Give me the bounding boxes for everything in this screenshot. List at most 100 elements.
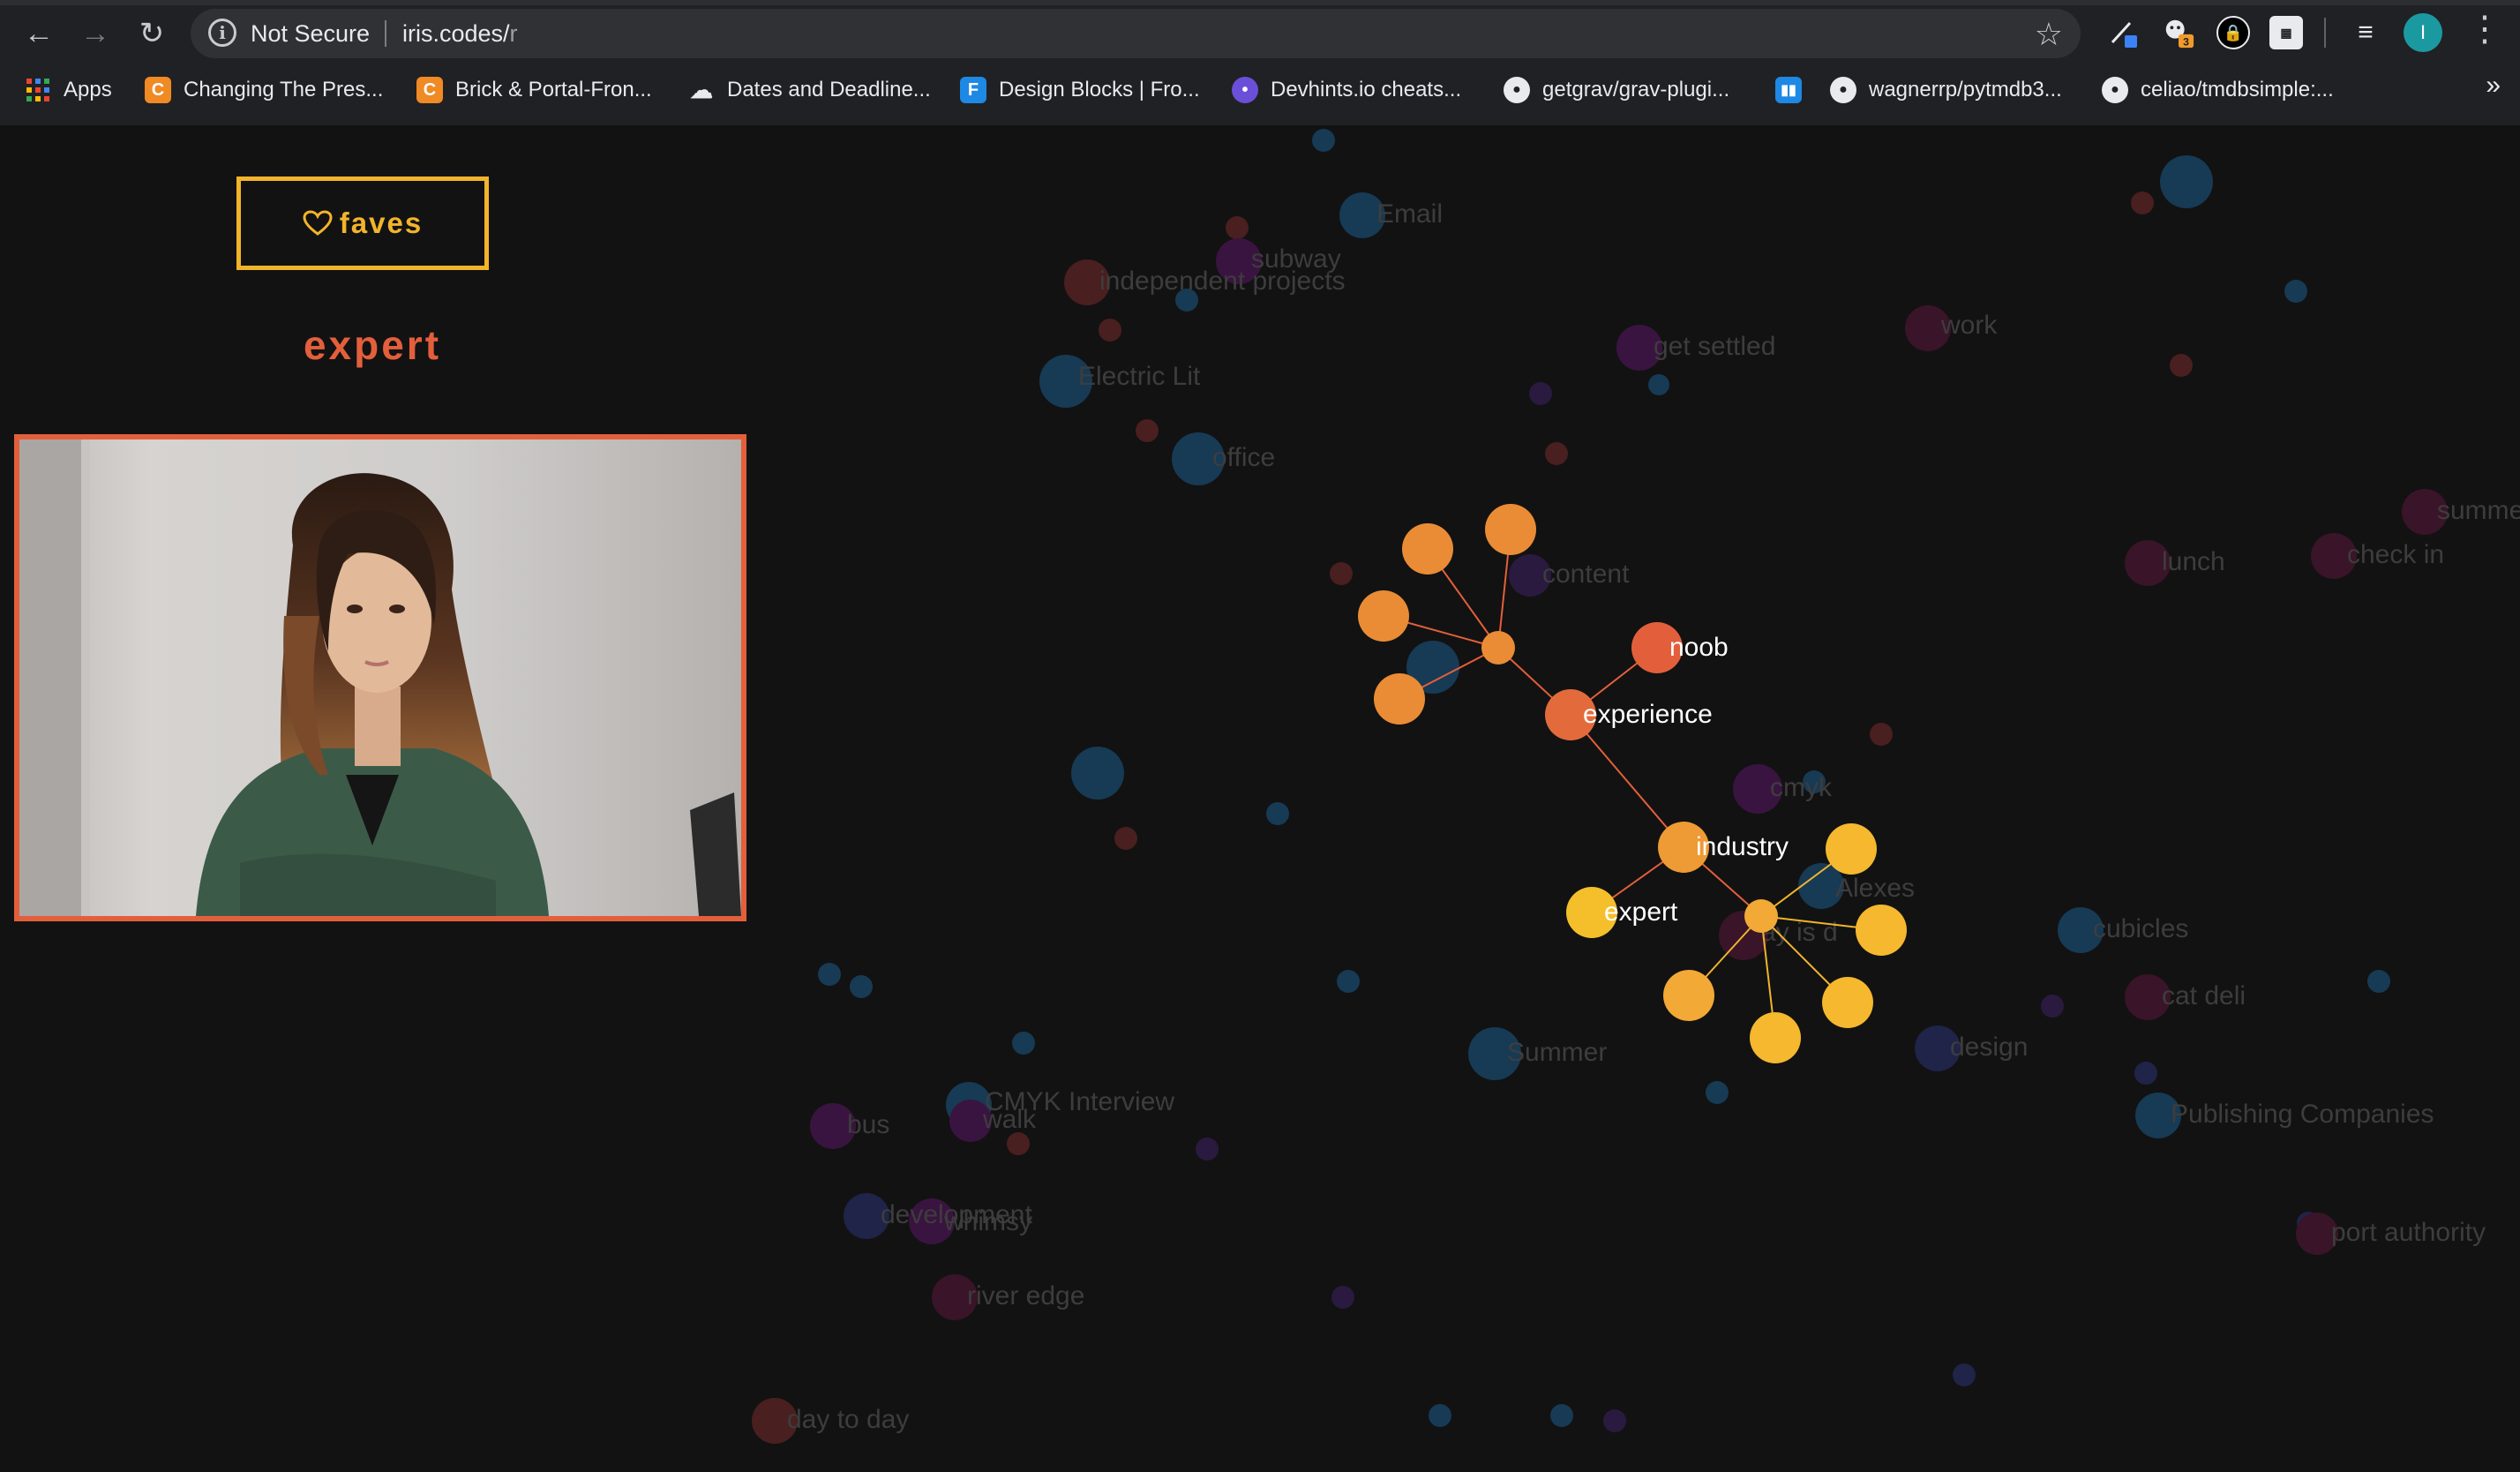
graph-node[interactable] — [1337, 970, 1360, 993]
graph-node[interactable] — [850, 975, 873, 998]
bookmark-dates-deadlines[interactable]: ☁ Dates and Deadline... — [688, 72, 931, 108]
graph-node[interactable] — [1312, 129, 1335, 152]
graph-node[interactable] — [1330, 562, 1353, 585]
cat-extension-icon[interactable]: 3 — [2162, 16, 2195, 49]
bookmark-devhints[interactable]: • Devhints.io cheats... — [1232, 72, 1461, 108]
graph-node[interactable] — [1953, 1363, 1976, 1386]
menu-dots-icon[interactable]: ⋮ — [2467, 9, 2502, 49]
bookmark-celiao[interactable]: ● celiao/tmdbsimple:... — [2102, 72, 2334, 108]
reader-extension-icon[interactable]: ▦ — [2269, 16, 2303, 49]
node-label-office[interactable]: office — [1212, 443, 1275, 472]
more-bookmarks-chevron-icon[interactable]: » — [2486, 71, 2501, 101]
node-label-independent-projects[interactable]: independent projects — [1099, 267, 1346, 296]
bookmark-wagnerrp[interactable]: ● wagnerrp/pytmdb3... — [1830, 72, 2062, 108]
node-label-get-settled[interactable]: get settled — [1654, 332, 1775, 361]
graph-node[interactable] — [1007, 1132, 1030, 1155]
lock-extension-icon[interactable]: 🔒 — [2216, 16, 2250, 49]
bookmark-apps[interactable]: Apps — [25, 72, 112, 108]
node-label-cmyk[interactable]: cmyk — [1770, 773, 1833, 802]
node-label-walk[interactable]: walk — [982, 1105, 1037, 1134]
node-label-port-authority[interactable]: port authority — [2331, 1218, 2486, 1247]
graph-node-active[interactable] — [1358, 590, 1409, 642]
interview-video-frame[interactable] — [14, 434, 746, 921]
forward-arrow-icon[interactable]: → — [71, 12, 120, 55]
profile-avatar[interactable]: I — [2404, 13, 2442, 52]
cloud-icon: ☁ — [690, 76, 713, 103]
graph-node-active[interactable] — [1826, 823, 1877, 875]
node-label-lunch[interactable]: lunch — [2162, 547, 2225, 576]
graph-node[interactable] — [1114, 827, 1137, 850]
node-label-check-in[interactable]: check in — [2347, 540, 2444, 569]
node-label-electric-lit[interactable]: Electric Lit — [1078, 362, 1201, 391]
graph-node[interactable] — [1226, 216, 1249, 239]
node-label-alexes[interactable]: Alexes — [1835, 874, 1915, 903]
graph-node[interactable] — [2160, 155, 2213, 208]
bookmark-chart[interactable]: ▮▮ — [1775, 72, 1814, 108]
graph-node[interactable] — [2170, 354, 2193, 377]
graph-node[interactable] — [1266, 802, 1289, 825]
bookmarks-bar: Apps C Changing The Pres... C Brick & Po… — [0, 67, 2520, 113]
graph-node[interactable] — [1706, 1081, 1729, 1104]
node-label-summer[interactable]: Summer — [1507, 1038, 1607, 1067]
node-label-expert[interactable]: expert — [1604, 897, 1678, 927]
bookmark-changing-the-pres[interactable]: C Changing The Pres... — [145, 72, 383, 108]
graph-node[interactable] — [1136, 419, 1159, 442]
reload-icon[interactable]: ↻ — [127, 12, 176, 55]
node-label-summer-right[interactable]: summe — [2437, 496, 2520, 525]
graph-node[interactable] — [1071, 747, 1124, 800]
eyedropper-extension-icon[interactable] — [2107, 16, 2141, 49]
graph-node[interactable] — [1429, 1404, 1451, 1427]
faves-button[interactable]: faves — [236, 176, 489, 270]
bookmark-star-icon[interactable]: ☆ — [2035, 16, 2063, 53]
bookmark-brick-portal[interactable]: C Brick & Portal-Fron... — [416, 72, 652, 108]
graph-node-active[interactable] — [1374, 673, 1425, 725]
node-label-industry[interactable]: industry — [1696, 832, 1789, 861]
graph-node[interactable] — [2131, 192, 2154, 214]
graph-hub-node[interactable] — [1744, 899, 1778, 933]
graph-hub-node[interactable] — [1481, 631, 1515, 665]
node-label-experience[interactable]: experience — [1583, 700, 1713, 729]
graph-node-active[interactable] — [1402, 523, 1453, 575]
node-label-design[interactable]: design — [1950, 1033, 2028, 1062]
graph-node[interactable] — [1012, 1032, 1035, 1055]
node-label-noob[interactable]: noob — [1669, 633, 1729, 662]
graph-node[interactable] — [1529, 382, 1552, 405]
node-label-work[interactable]: work — [1940, 311, 1998, 340]
graph-node-active[interactable] — [1856, 905, 1907, 956]
node-label-river-edge[interactable]: river edge — [967, 1281, 1084, 1311]
node-label-content[interactable]: content — [1542, 560, 1630, 589]
graph-node-active[interactable] — [1750, 1012, 1801, 1063]
node-label-cubicles[interactable]: cubicles — [2093, 914, 2188, 943]
url-text[interactable]: iris.codes/r — [402, 20, 518, 48]
graph-node-active[interactable] — [1822, 977, 1873, 1028]
security-status[interactable]: Not Secure — [251, 20, 370, 48]
graph-node[interactable] — [1331, 1286, 1354, 1309]
node-label-bus[interactable]: bus — [847, 1110, 889, 1139]
node-label-whimsy[interactable]: whimsy — [943, 1207, 1032, 1236]
graph-node[interactable] — [1099, 319, 1121, 342]
graph-node[interactable] — [1870, 723, 1893, 746]
media-queue-icon[interactable]: ≡ — [2349, 16, 2382, 49]
graph-node[interactable] — [1648, 374, 1669, 395]
graph-node[interactable] — [1550, 1404, 1573, 1427]
graph-node-active[interactable] — [1485, 504, 1536, 555]
graph-node[interactable] — [2367, 970, 2390, 993]
graph-node[interactable] — [2041, 995, 2064, 1018]
back-arrow-icon[interactable]: ← — [14, 12, 64, 55]
node-label-cat-deli[interactable]: cat deli — [2162, 981, 2246, 1010]
node-label-day-to-day[interactable]: day to day — [787, 1405, 909, 1434]
graph-node[interactable] — [2134, 1062, 2157, 1085]
info-icon[interactable]: i — [208, 19, 236, 47]
bookmark-design-blocks[interactable]: F Design Blocks | Fro... — [960, 72, 1200, 108]
graph-node[interactable] — [818, 963, 841, 986]
graph-node[interactable] — [1545, 442, 1568, 465]
address-bar[interactable]: i Not Secure iris.codes/r ☆ — [191, 9, 2081, 58]
bookmark-getgrav[interactable]: ● getgrav/grav-plugi... — [1504, 72, 1729, 108]
node-label-publishing-companies[interactable]: Publishing Companies — [2171, 1100, 2434, 1129]
graph-node[interactable] — [1196, 1138, 1219, 1160]
graph-node[interactable] — [2284, 280, 2307, 303]
graph-node[interactable] — [1603, 1409, 1626, 1432]
graph-node-active[interactable] — [1663, 970, 1714, 1021]
bookmark-label: getgrav/grav-plugi... — [1542, 78, 1730, 101]
node-label-email[interactable]: Email — [1376, 199, 1443, 229]
